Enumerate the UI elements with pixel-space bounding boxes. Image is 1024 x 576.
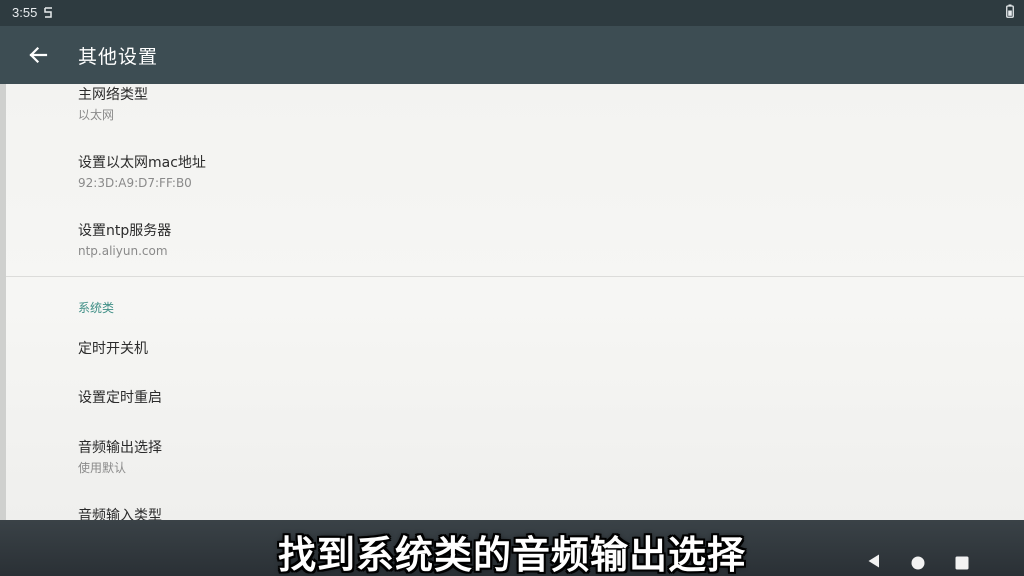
video-caption: 找到系统类的音频输出选择	[0, 524, 1024, 576]
battery-icon	[1006, 4, 1014, 18]
divider	[6, 276, 1024, 277]
category-header-system: 系统类	[78, 301, 115, 315]
pref-title: 设置定时重启	[78, 390, 162, 406]
pref-audio-input-type[interactable]: 音频输入类型	[78, 507, 162, 520]
notification-icon	[44, 7, 52, 18]
pref-audio-output[interactable]: 音频输出选择 使用默认	[78, 439, 162, 476]
page-title: 其他设置	[78, 46, 159, 68]
caption-text: 找到系统类的音频输出选择	[277, 533, 746, 576]
pref-title: 定时开关机	[78, 341, 148, 357]
status-time: 3:55	[12, 5, 38, 20]
pref-title: 音频输入类型	[78, 508, 162, 520]
pref-ntp-server[interactable]: 设置ntp服务器 ntp.aliyun.com	[78, 222, 171, 259]
pref-title: 设置ntp服务器	[78, 223, 172, 239]
app-bar: 其他设置	[0, 26, 1024, 84]
pref-title: 设置以太网mac地址	[78, 155, 206, 171]
pref-main-network-type[interactable]: 主网络类型 以太网	[78, 86, 148, 123]
pref-summary: 92:3D:A9:D7:FF:B0	[78, 176, 192, 190]
status-bar: 3:55	[0, 0, 1024, 26]
screen: 3:55 其他设置 主网络类型 以太网 设置以太网mac地址 92:3D:A9:…	[0, 0, 1024, 576]
pref-title: 主网络类型	[78, 87, 148, 103]
pref-summary: 使用默认	[78, 461, 127, 475]
pref-scheduled-power[interactable]: 定时开关机	[78, 340, 148, 358]
pref-scheduled-reboot[interactable]: 设置定时重启	[78, 389, 162, 407]
pref-summary: 以太网	[78, 108, 115, 122]
settings-list[interactable]: 主网络类型 以太网 设置以太网mac地址 92:3D:A9:D7:FF:B0 设…	[6, 84, 1024, 520]
back-arrow-icon[interactable]	[22, 40, 54, 70]
pref-title: 音频输出选择	[78, 440, 162, 456]
pref-ethernet-mac[interactable]: 设置以太网mac地址 92:3D:A9:D7:FF:B0	[78, 154, 206, 191]
pref-summary: ntp.aliyun.com	[78, 244, 168, 258]
